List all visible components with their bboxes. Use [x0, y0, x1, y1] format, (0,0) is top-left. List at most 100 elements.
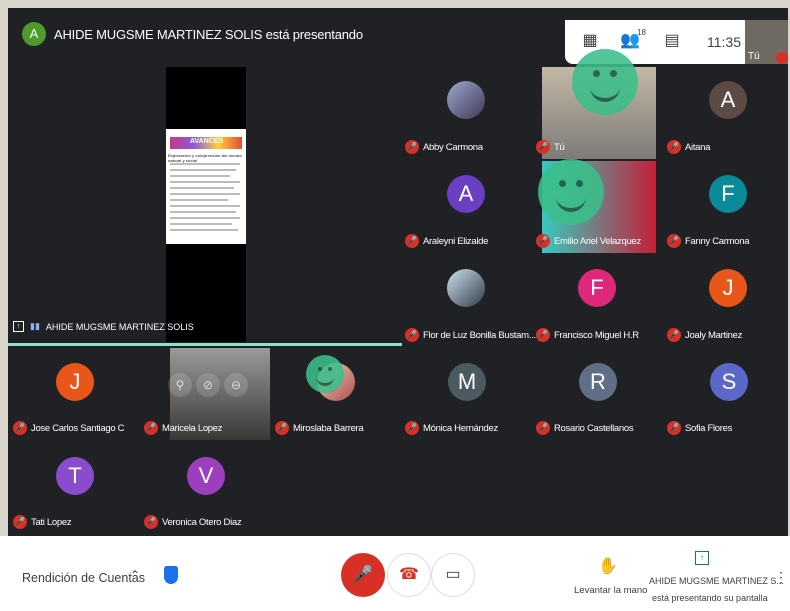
- participant-tile[interactable]: A 🎤 Aitana: [667, 67, 788, 159]
- participant-tile[interactable]: 🎤 Miroslaba Barrera: [275, 348, 403, 440]
- audio-level-icon: ▮▮: [30, 321, 40, 331]
- mic-off-icon: 🎤: [405, 140, 419, 154]
- participant-tile[interactable]: 🎤 Flor de Luz Bonilla Bustam...: [405, 255, 536, 347]
- participant-avatar: F: [578, 269, 616, 307]
- participant-name: 🎤 Tati Lopez: [13, 515, 72, 529]
- participant-count: 18: [637, 28, 646, 37]
- participant-tile[interactable]: J 🎤 Jose Carlos Santiago C: [13, 348, 141, 440]
- smiley-reaction-icon: [538, 159, 604, 225]
- participant-tile[interactable]: A 🎤 Araleyni Elizalde: [405, 161, 533, 253]
- slide-text-line: [170, 211, 236, 213]
- mic-off-icon: 🎤: [536, 140, 550, 154]
- participant-tile[interactable]: 🎤 Emilio Ariel Velazquez: [536, 159, 664, 253]
- participant-tile[interactable]: J 🎤 Joaly Martinez: [667, 255, 788, 347]
- shield-icon[interactable]: [164, 566, 178, 584]
- participant-tile[interactable]: T 🎤 Tati Lopez: [13, 442, 141, 534]
- participant-name: 🎤 Tú: [536, 140, 565, 154]
- slide-subtitle: Exploración y comprensión del mundo natu…: [168, 153, 242, 163]
- slide-text-line: [170, 163, 240, 165]
- chevron-up-icon[interactable]: ⌃: [130, 568, 140, 582]
- participant-tile[interactable]: 🎤 Abby Carmona: [405, 67, 533, 159]
- presenter-tile-label: ↑ ▮▮ AHIDE MUGSME MARTINEZ SOLIS: [13, 321, 194, 332]
- slide-text-line: [170, 205, 240, 207]
- presenter-highlight-bar: [8, 343, 402, 346]
- self-mic-off-icon: [776, 52, 788, 64]
- participant-name: 🎤 Jose Carlos Santiago C: [13, 421, 125, 435]
- participant-name: 🎤 Francisco Miguel H.R: [536, 328, 639, 342]
- more-options-icon[interactable]: ⋮: [774, 569, 788, 586]
- participant-avatar: S: [710, 363, 748, 401]
- participant-avatar: J: [56, 363, 94, 401]
- presenting-status[interactable]: está presentando su pantalla: [652, 593, 768, 603]
- chat-icon[interactable]: ▤: [661, 30, 683, 52]
- participant-avatar: M: [448, 363, 486, 401]
- presenter-avatar: A: [22, 22, 46, 46]
- mic-off-icon: 🎤: [536, 328, 550, 342]
- participant-tile[interactable]: V 🎤 Veronica Otero Diaz: [144, 442, 272, 534]
- smiley-reaction-icon: [572, 49, 638, 115]
- participant-name: 🎤 Araleyni Elizalde: [405, 234, 488, 248]
- bottom-control-bar: Rendición de Cuentas ⌃ 🎤 ☎ ▭ ✋ Levantar …: [0, 536, 790, 611]
- slide-text-line: [170, 169, 236, 171]
- slide-text-line: [170, 187, 234, 189]
- mic-off-icon: 🎤: [536, 234, 550, 248]
- slide-text-line: [170, 181, 240, 183]
- mic-off-icon: 🎤: [667, 421, 681, 435]
- slide-text-line: [170, 199, 228, 201]
- participant-avatar: V: [187, 457, 225, 495]
- participant-name: 🎤 Veronica Otero Diaz: [144, 515, 242, 529]
- meeting-name[interactable]: Rendición de Cuentas: [22, 571, 145, 585]
- participant-tile[interactable]: F 🎤 Francisco Miguel H.R: [536, 255, 664, 347]
- slide-text-line: [170, 175, 230, 177]
- presenting-name[interactable]: AHIDE MUGSME MARTINEZ S...: [649, 576, 784, 586]
- mic-off-icon: 🎤: [13, 515, 27, 529]
- presenter-name: AHIDE MUGSME MARTINEZ SOLIS: [45, 321, 194, 332]
- remove-icon[interactable]: ⊖: [224, 373, 248, 397]
- participant-tile[interactable]: M 🎤 Mónica Hernández: [405, 348, 533, 440]
- participant-name: 🎤 Mónica Hernández: [405, 421, 498, 435]
- participant-name: 🎤 Aitana: [667, 140, 710, 154]
- participant-name: 🎤 Abby Carmona: [405, 140, 483, 154]
- participant-name: 🎤 Rosario Castellanos: [536, 421, 634, 435]
- mic-off-icon: 🎤: [144, 515, 158, 529]
- participant-tile[interactable]: F 🎤 Fanny Carmona: [667, 161, 788, 253]
- raise-hand-label[interactable]: Levantar la mano: [574, 585, 647, 596]
- participant-photo: [447, 269, 485, 307]
- participant-photo: [447, 81, 485, 119]
- presenting-banner: AHIDE MUGSME MARTINEZ SOLIS está present…: [54, 27, 363, 42]
- participant-avatar: A: [709, 81, 747, 119]
- participant-tile-self[interactable]: 🎤 Tú: [536, 49, 664, 159]
- mute-participant-icon[interactable]: ⊘: [196, 373, 220, 397]
- present-screen-icon: ↑: [13, 321, 24, 332]
- clock: 11:35: [707, 34, 741, 50]
- participant-avatar: R: [579, 363, 617, 401]
- participant-tile[interactable]: S 🎤 Sofia Flores: [667, 348, 788, 440]
- meeting-stage: A AHIDE MUGSME MARTINEZ SOLIS está prese…: [8, 8, 788, 611]
- leave-call-button[interactable]: ☎: [387, 553, 431, 597]
- participant-name: 🎤 Sofia Flores: [667, 421, 732, 435]
- participant-avatar: F: [709, 175, 747, 213]
- present-screen-icon[interactable]: ↑: [695, 551, 709, 565]
- mic-off-icon: 🎤: [405, 234, 419, 248]
- tile-hover-controls: ⚲ ⊘ ⊖: [168, 373, 248, 397]
- self-view[interactable]: Tú: [745, 20, 788, 64]
- microphone-toggle-button[interactable]: 🎤: [341, 553, 385, 597]
- pin-icon[interactable]: ⚲: [168, 373, 192, 397]
- smiley-reaction-icon: [306, 355, 344, 393]
- participant-avatar: T: [56, 457, 94, 495]
- raise-hand-icon[interactable]: ✋: [598, 556, 618, 576]
- slide-text-line: [170, 193, 240, 195]
- participant-avatar: J: [709, 269, 747, 307]
- slide-text-line: [170, 223, 232, 225]
- slide-text-line: [170, 217, 240, 219]
- camera-toggle-button[interactable]: ▭: [431, 553, 475, 597]
- mic-off-icon: 🎤: [667, 234, 681, 248]
- participant-tile[interactable]: R 🎤 Rosario Castellanos: [536, 348, 664, 440]
- presentation-slide: AVANCES Exploración y comprensión del mu…: [166, 129, 246, 244]
- participant-name: 🎤 Flor de Luz Bonilla Bustam...: [405, 328, 536, 342]
- participant-name: 🎤 Miroslaba Barrera: [275, 421, 364, 435]
- participant-name: 🎤 Fanny Carmona: [667, 234, 750, 248]
- mic-off-icon: 🎤: [144, 421, 158, 435]
- mic-off-icon: 🎤: [275, 421, 289, 435]
- slide-title: AVANCES: [190, 138, 224, 145]
